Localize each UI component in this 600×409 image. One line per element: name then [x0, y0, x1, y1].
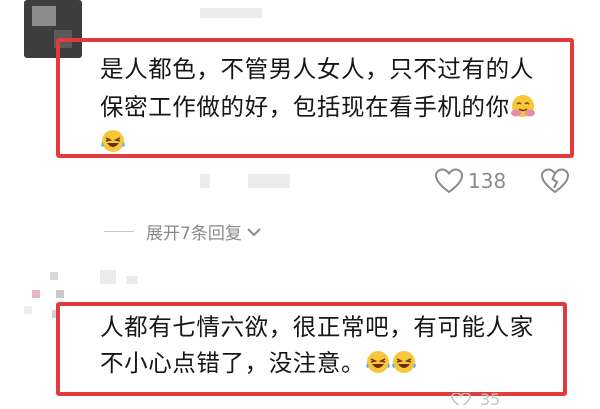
- hugging-face-icon: [510, 95, 535, 117]
- comment-line: 保密工作做的好，包括现在看手机的你: [100, 90, 536, 124]
- comment-line: 人都有七情六欲，很正常吧，有可能人家: [100, 313, 534, 341]
- heart-icon[interactable]: [434, 168, 464, 194]
- like-count: 35: [480, 390, 501, 409]
- comment-line: 不小心点错了，没注意。: [100, 346, 417, 380]
- heart-icon[interactable]: [450, 393, 472, 405]
- expand-replies-button[interactable]: 展开7条回复: [104, 219, 262, 244]
- username-blurred[interactable]: [100, 270, 116, 284]
- username-blurred: [126, 276, 138, 284]
- divider-line: [104, 231, 134, 232]
- username-blurred[interactable]: [200, 8, 262, 18]
- comment-line: [100, 125, 126, 159]
- location-blurred: [248, 174, 290, 188]
- comment-text-span: 保密工作做的好，包括现在看手机的你: [100, 93, 510, 121]
- laughing-tears-icon: [392, 351, 416, 373]
- comment-line: 是人都色，不管男人女人，只不过有的人: [100, 55, 534, 83]
- comment-text-span: 不小心点错了，没注意。: [100, 349, 366, 377]
- chevron-down-icon: [247, 227, 261, 236]
- timestamp-blurred: [200, 174, 210, 188]
- expand-replies-label: 展开7条回复: [146, 224, 242, 244]
- laughing-tears-icon: [101, 130, 125, 152]
- dislike-broken-heart-icon[interactable]: [540, 168, 570, 194]
- laughing-tears-icon: [366, 351, 390, 373]
- like-count: 138: [468, 169, 507, 193]
